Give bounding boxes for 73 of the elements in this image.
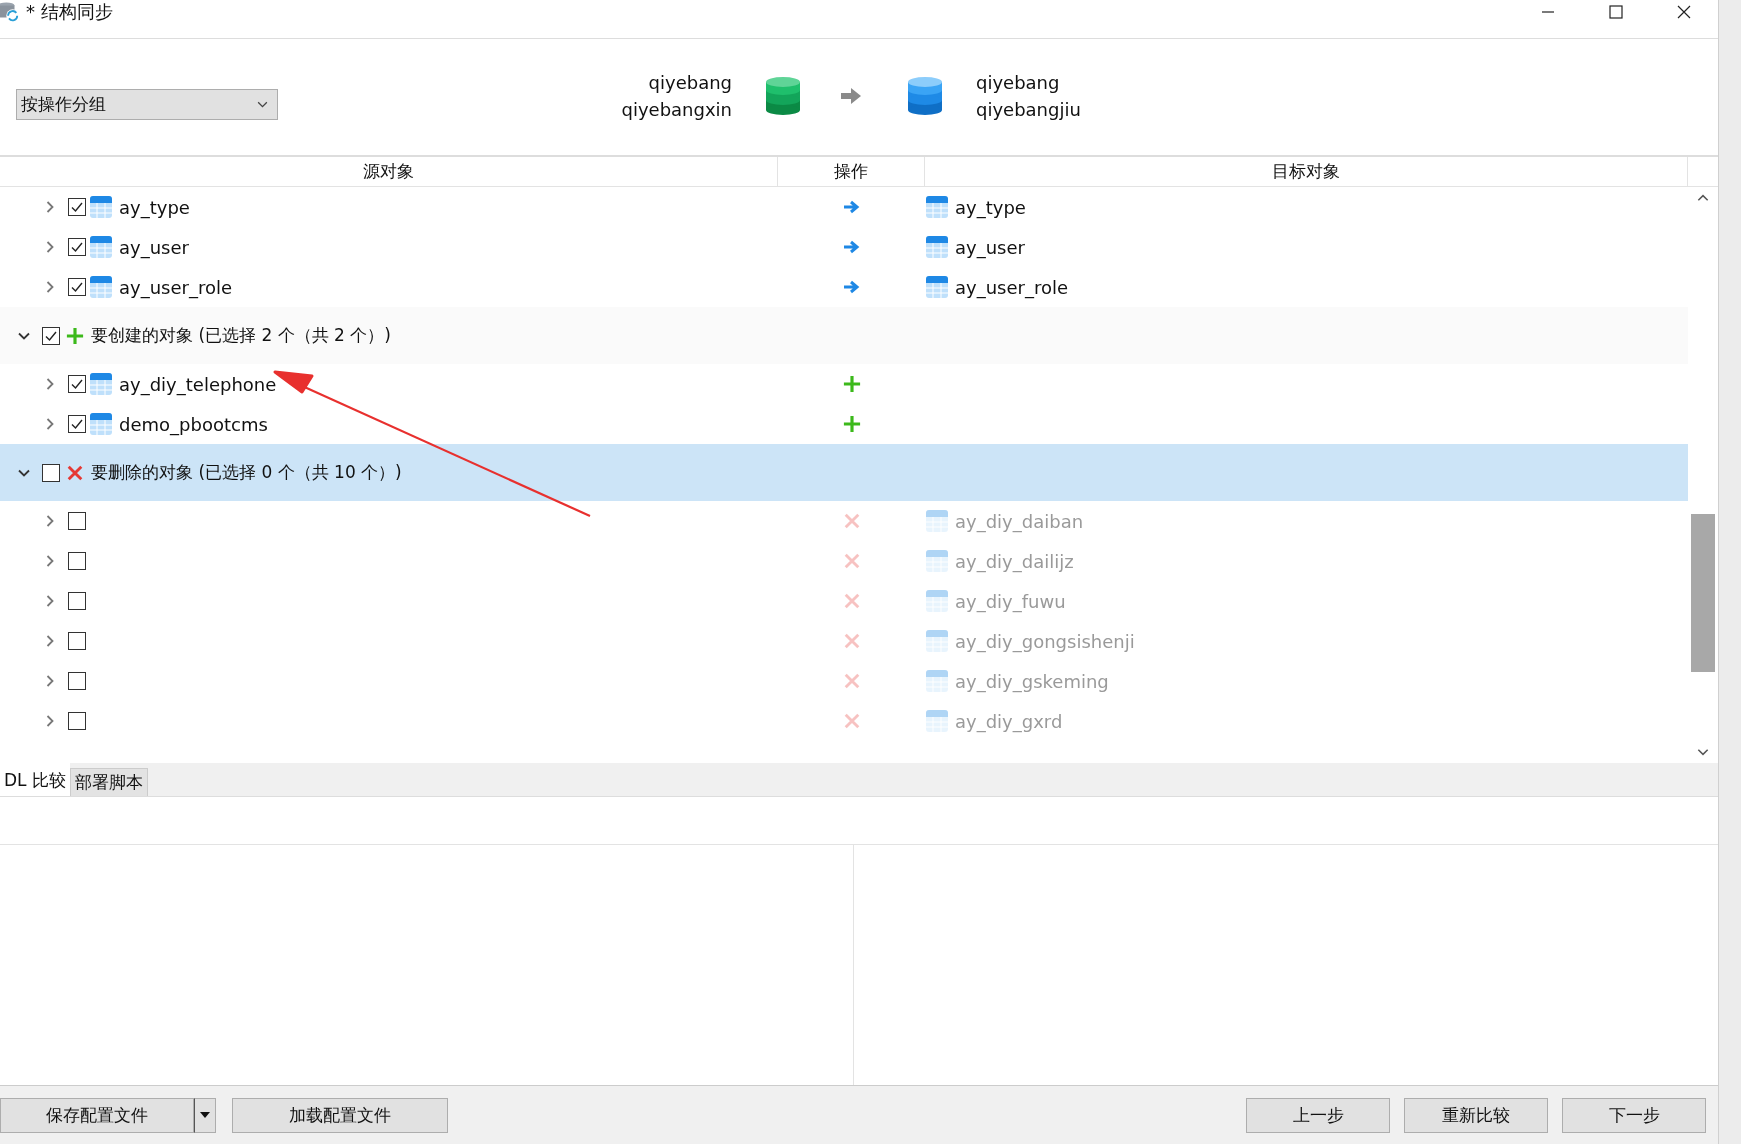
target-object-name: ay_diy_gxrd (955, 710, 1063, 732)
database-icon (766, 76, 800, 116)
group-row[interactable]: 要删除的对象 (已选择 0 个（共 10 个）) (0, 444, 1688, 501)
plus-icon (841, 415, 862, 433)
table-icon (925, 509, 949, 533)
load-config-button[interactable]: 加载配置文件 (232, 1097, 448, 1133)
table-icon (925, 549, 949, 573)
footer-button[interactable]: 重新比较 (1404, 1097, 1548, 1133)
tab[interactable]: DL 比较 (0, 763, 70, 796)
checkbox[interactable] (68, 278, 86, 296)
plus-icon (841, 375, 862, 393)
arrow-right-icon (841, 278, 862, 296)
target-database-name: qiyebangjiu (976, 98, 1081, 122)
target-object-name: ay_type (955, 196, 1026, 218)
table-icon (89, 195, 113, 219)
table-icon (925, 235, 949, 259)
target-server-name: qiyebang (976, 71, 1061, 95)
scrollbar-thumb[interactable] (1691, 514, 1715, 672)
plus-icon (65, 326, 85, 345)
table-icon (925, 709, 949, 733)
close-icon[interactable] (1676, 4, 1692, 20)
table-icon (925, 629, 949, 653)
table-icon (89, 235, 113, 259)
tree-row[interactable]: ay_user_role ay_user_role (0, 267, 1688, 307)
target-object-name: ay_diy_gongsishenji (955, 630, 1135, 652)
tree-row[interactable]: ay_user ay_user (0, 227, 1688, 267)
arrow-right-icon (841, 198, 862, 216)
table-icon (925, 195, 949, 219)
arrow-right-icon (840, 86, 862, 106)
save-config-button[interactable]: 保存配置文件 (0, 1097, 194, 1133)
maximize-icon[interactable] (1608, 4, 1624, 20)
dropdown-button[interactable] (194, 1097, 216, 1133)
tab[interactable]: 部署脚本 (69, 768, 148, 796)
source-object-name: demo_pbootcms (119, 413, 268, 435)
grouping-dropdown[interactable]: 按操作分组 (16, 88, 278, 120)
column-header[interactable]: 操作 (778, 157, 925, 186)
checkbox[interactable] (42, 326, 60, 345)
column-header[interactable]: 源对象 (0, 157, 778, 186)
table-icon (925, 669, 949, 693)
footer-button[interactable]: 上一步 (1246, 1097, 1390, 1133)
checkbox[interactable] (68, 375, 86, 393)
table-icon (925, 589, 949, 613)
target-object-name: ay_diy_gskeming (955, 670, 1109, 692)
target-object-name: ay_diy_fuwu (955, 590, 1066, 612)
close-icon (65, 463, 85, 482)
table-icon (89, 412, 113, 436)
target-object-name: ay_diy_dailijz (955, 550, 1074, 572)
source-server-name: qiyebang (648, 71, 732, 95)
group-label: 要删除的对象 (已选择 0 个（共 10 个）) (91, 461, 402, 484)
column-header[interactable]: 目标对象 (925, 157, 1688, 186)
table-icon (89, 372, 113, 396)
checkbox[interactable] (42, 463, 60, 482)
source-object-name: ay_type (119, 196, 190, 218)
target-object-name: ay_user_role (955, 276, 1069, 298)
checkbox[interactable] (68, 198, 86, 216)
source-database-name: qiyebangxin (621, 98, 732, 122)
tree-row[interactable]: demo_pbootcms (0, 404, 1688, 444)
table-icon (89, 275, 113, 299)
arrow-right-icon (841, 238, 862, 256)
group-row[interactable]: 要创建的对象 (已选择 2 个（共 2 个）) (0, 307, 1688, 364)
footer-button[interactable]: 下一步 (1562, 1097, 1706, 1133)
target-object-name: ay_diy_daiban (955, 510, 1084, 532)
source-object-name: ay_user (119, 236, 189, 258)
target-object-name: ay_user (955, 236, 1025, 258)
group-label: 要创建的对象 (已选择 2 个（共 2 个）) (91, 324, 391, 347)
tree-row[interactable]: ay_type ay_type (0, 187, 1688, 227)
checkbox[interactable] (68, 415, 86, 433)
checkbox[interactable] (68, 238, 86, 256)
database-icon (908, 76, 942, 116)
source-object-name: ay_diy_telephone (119, 373, 277, 395)
source-object-name: ay_user_role (119, 276, 233, 298)
table-icon (925, 275, 949, 299)
window-title: * 结构同步 (26, 0, 113, 24)
